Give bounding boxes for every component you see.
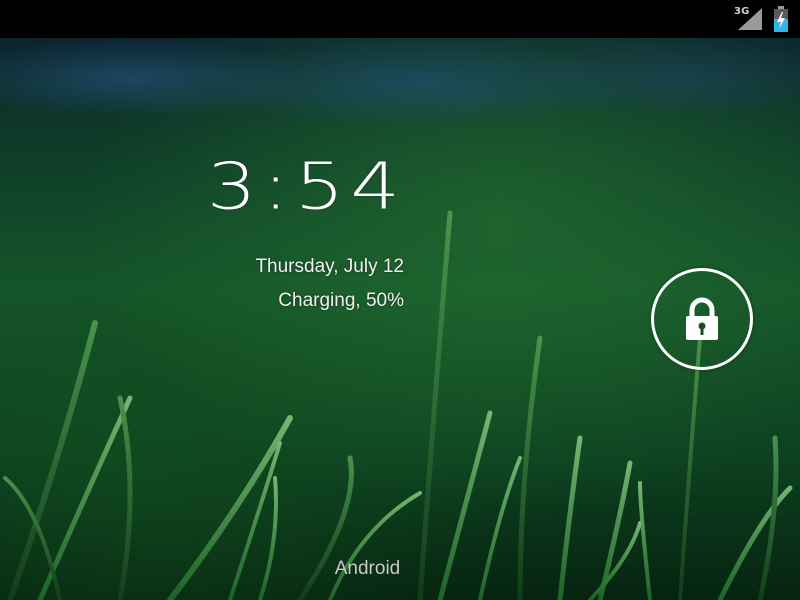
lockscreen: 3G 3:54 Thursday, July 12 Charging, 50% … xyxy=(0,0,800,600)
lockscreen-clock: 3:54 xyxy=(206,150,406,224)
carrier-label: Android xyxy=(334,558,401,579)
signal-strength-icon xyxy=(738,8,762,30)
battery-charging-icon xyxy=(774,6,788,32)
lock-icon xyxy=(686,297,718,340)
status-bar: 3G xyxy=(0,0,800,38)
unlock-handle[interactable] xyxy=(651,268,753,370)
charging-status: Charging, 50% xyxy=(278,290,404,311)
lockscreen-date: Thursday, July 12 xyxy=(255,256,404,277)
